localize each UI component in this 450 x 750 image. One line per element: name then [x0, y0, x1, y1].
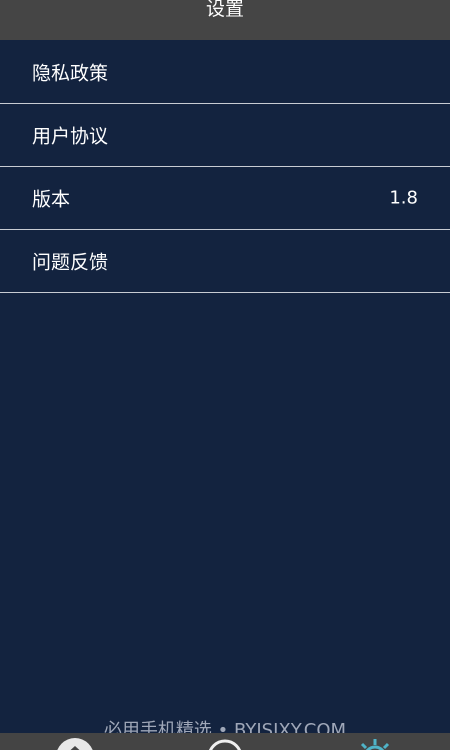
page-title: 设置 [205, 0, 244, 20]
tab-home[interactable] [55, 737, 95, 750]
compass-icon [208, 739, 242, 750]
settings-list: 隐私政策 用户协议 版本 1.8 问题反馈 [0, 41, 450, 293]
tab-discover[interactable] [205, 737, 245, 750]
top-bar: 设置 [0, 0, 450, 40]
tab-settings[interactable] [355, 737, 395, 750]
privacy-policy-item[interactable]: 隐私政策 [0, 41, 450, 104]
gear-icon [360, 739, 390, 750]
version-value: 1.8 [389, 187, 418, 209]
feedback-label: 问题反馈 [32, 251, 109, 274]
home-icon [57, 738, 93, 750]
privacy-policy-label: 隐私政策 [32, 62, 109, 85]
bottom-tab-bar [0, 733, 450, 750]
feedback-item[interactable]: 问题反馈 [0, 230, 450, 293]
user-agreement-item[interactable]: 用户协议 [0, 104, 450, 167]
version-label: 版本 [32, 188, 71, 211]
user-agreement-label: 用户协议 [32, 125, 109, 148]
app-root: 设置 隐私政策 用户协议 版本 1.8 问题反馈 必用手机精选 • BYJSJX… [0, 0, 450, 750]
version-item[interactable]: 版本 1.8 [0, 167, 450, 230]
